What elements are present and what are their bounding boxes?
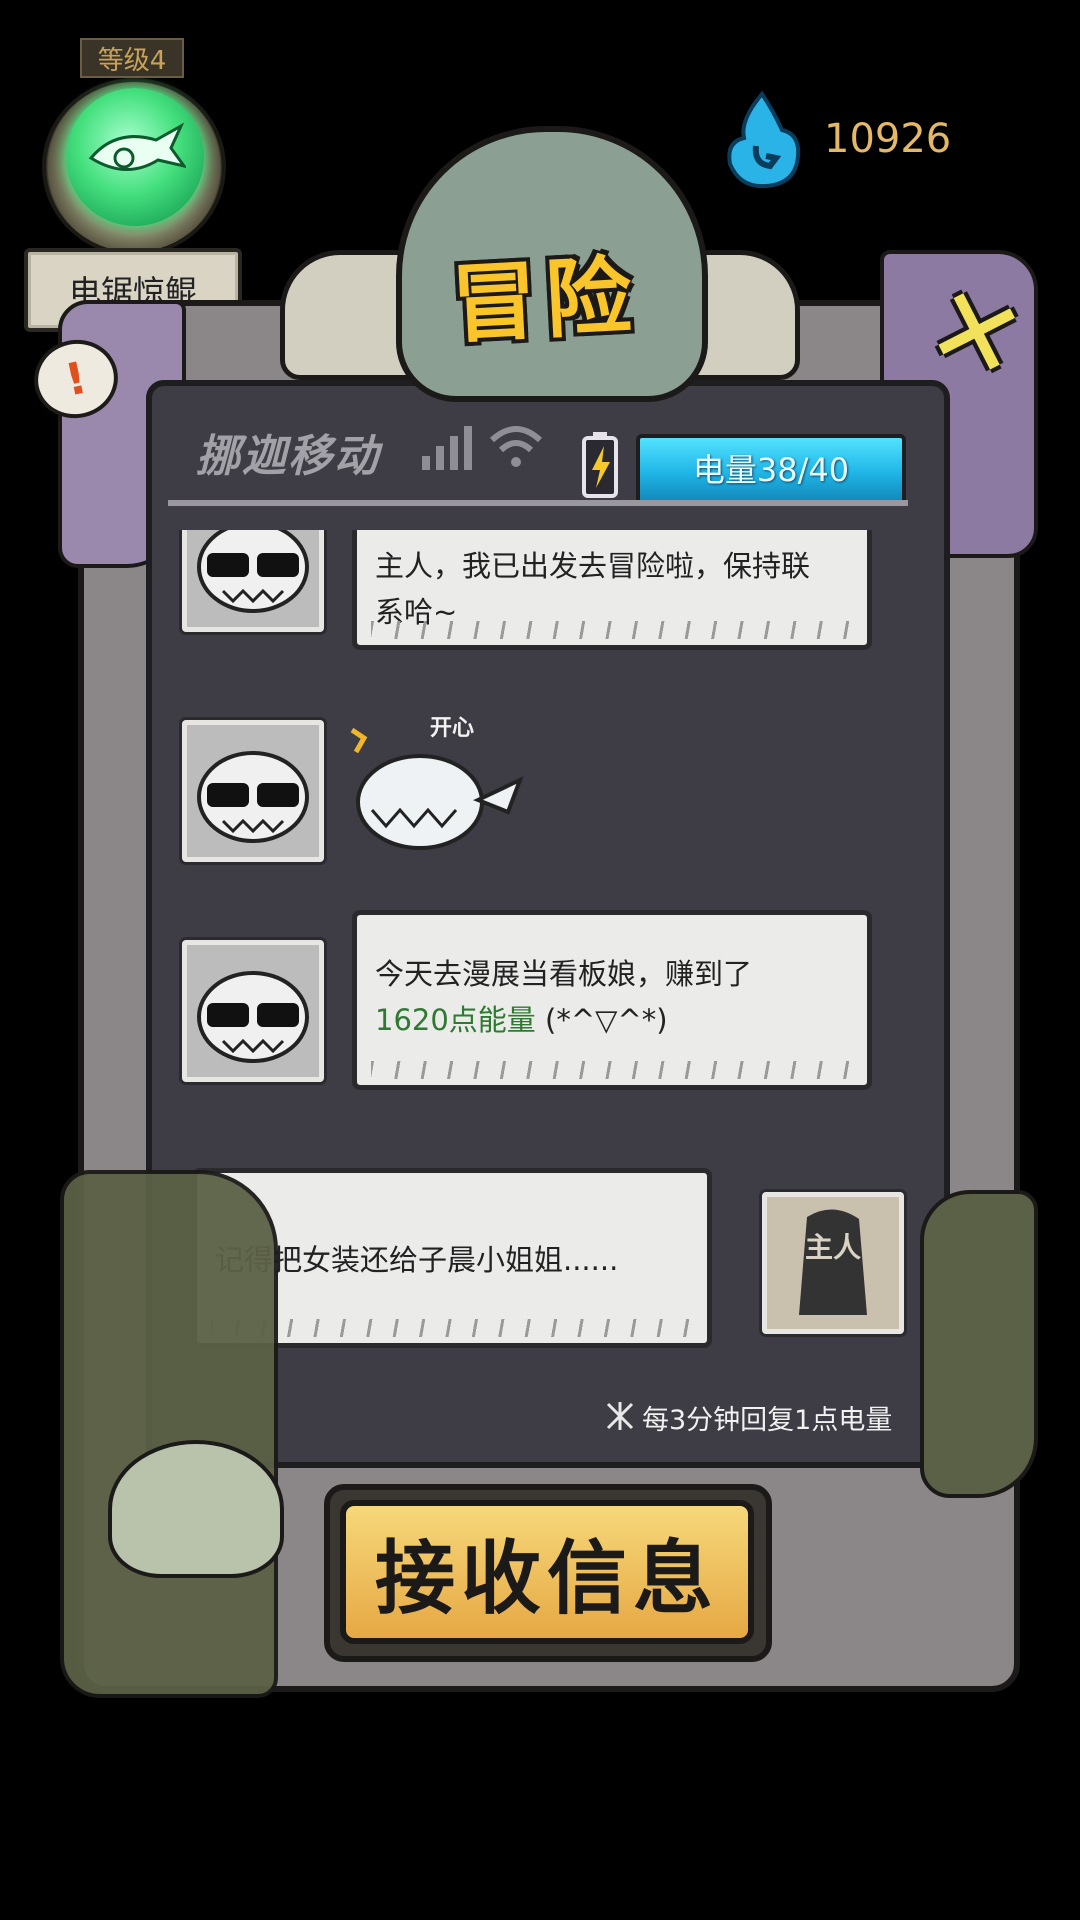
wifi-icon <box>489 426 543 467</box>
blue-flame-gem-icon <box>727 90 801 189</box>
currency-value: 10926 <box>824 116 952 162</box>
sticker-label: 开心 <box>430 716 475 741</box>
seaweed-left-decoration <box>60 1170 278 1698</box>
energy-regen-hint: 每3分钟回复1点电量 <box>642 1405 893 1436</box>
pet-avatar <box>182 530 324 632</box>
message-line: 今天去漫展当看板娘，赚到了 <box>375 957 753 991</box>
energy-label: 电量38/40 <box>692 451 850 489</box>
message-line: 主人，我已出发去冒险啦，保持联 <box>375 549 811 583</box>
message-bubble: 主人，我已出发去冒险啦，保持联 系哈~ <box>352 530 872 650</box>
message-line: 记得把女装还给子晨小姐姐...... <box>215 1243 619 1277</box>
seaweed-right-decoration <box>920 1190 1038 1498</box>
sticker: 开心 <box>342 710 532 860</box>
master-avatar-label: 主人 <box>804 1231 861 1264</box>
shell-rock-decoration <box>108 1440 284 1578</box>
saw-shark-icon <box>88 122 186 171</box>
shark-sunglasses-avatar <box>197 530 309 613</box>
receive-messages-button[interactable]: 接收信息 <box>340 1500 754 1644</box>
pet-orb[interactable] <box>66 88 204 226</box>
level-tag: 等级4 <box>80 38 184 78</box>
battery-icon <box>582 432 618 498</box>
sparkle-icon <box>606 1402 634 1430</box>
pet-avatar <box>182 940 324 1082</box>
message-emoticon: (*^▽^*) <box>535 1003 668 1037</box>
pet-avatar <box>182 720 324 862</box>
energy-bar: 电量38/40 <box>636 434 906 506</box>
signal-icon <box>422 426 472 470</box>
status-divider <box>168 500 908 506</box>
master-avatar: 主人 <box>762 1192 904 1334</box>
carrier-label: 挪迦移动 <box>196 431 380 482</box>
energy-reward: 1620点能量 <box>375 1003 536 1037</box>
message-bubble: 今天去漫展当看板娘，赚到了 1620点能量 (*^▽^*) <box>352 910 872 1090</box>
shark-sunglasses-avatar <box>197 971 309 1063</box>
page-title: 冒险 <box>448 246 642 356</box>
shark-sunglasses-avatar <box>197 751 309 843</box>
